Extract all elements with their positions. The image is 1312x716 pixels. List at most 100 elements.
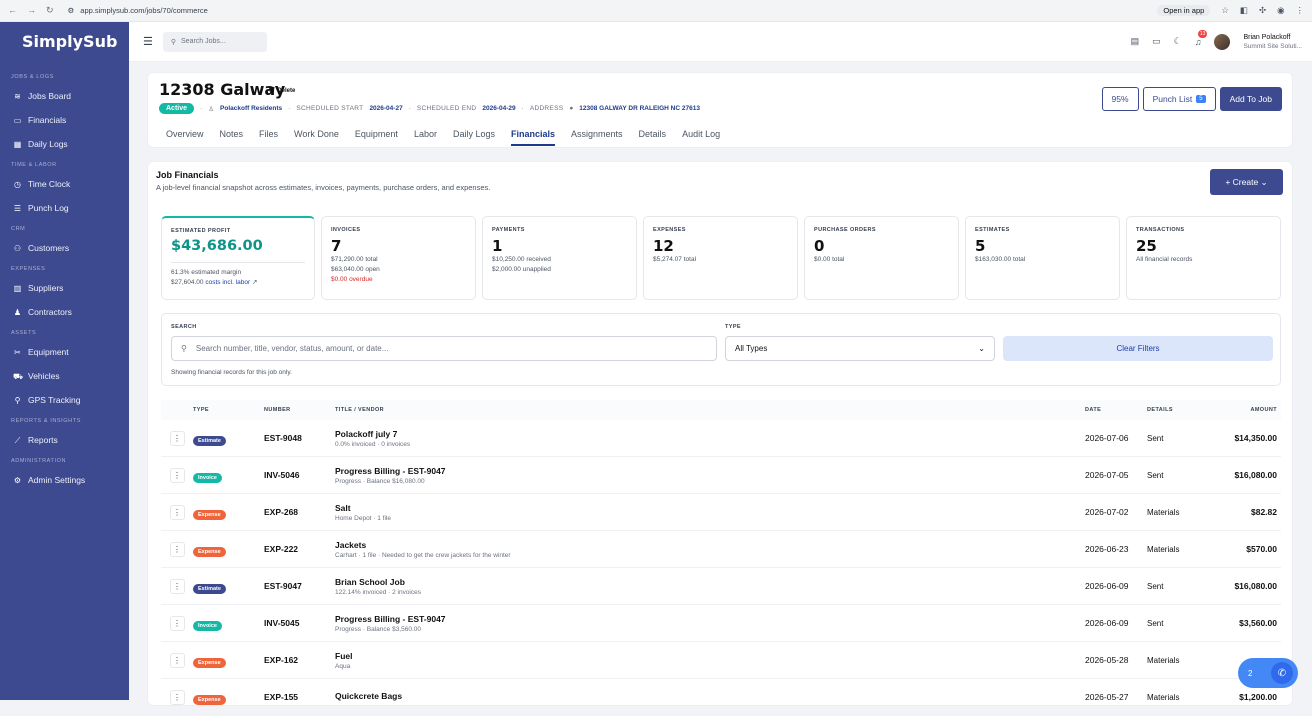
site-settings-icon[interactable]: ⚙ bbox=[68, 6, 75, 15]
row-menu-button[interactable]: ⋮ bbox=[169, 615, 185, 631]
tab-audit-log[interactable]: Audit Log bbox=[682, 129, 720, 146]
record-title[interactable]: Fuel bbox=[335, 651, 1085, 661]
add-to-job-button[interactable]: Add To Job bbox=[1219, 87, 1282, 111]
record-title[interactable]: Jackets bbox=[335, 540, 1085, 550]
type-badge: Estimate bbox=[193, 436, 226, 446]
tab-labor[interactable]: Labor bbox=[414, 129, 437, 146]
row-menu-button[interactable]: ⋮ bbox=[169, 652, 185, 668]
app-logo[interactable]: SimplySub bbox=[0, 22, 129, 68]
tab-notes[interactable]: Notes bbox=[220, 129, 244, 146]
number-cell[interactable]: INV-5045 bbox=[264, 618, 335, 628]
url-text[interactable]: app.simplysub.com/jobs/70/commerce bbox=[80, 6, 208, 15]
job-search-input[interactable]: ⚲ Search Jobs... bbox=[162, 31, 267, 52]
flag-icon[interactable]: ▤ bbox=[1131, 36, 1140, 47]
customer-link[interactable]: Polackoff Residents bbox=[220, 105, 282, 112]
table-row[interactable]: ⋮ Invoice INV-5045 Progress Billing - EST-9… bbox=[161, 605, 1281, 642]
table-row[interactable]: ⋮ Expense EXP-162 Fuel Aqua 2026-05-28 Materia… bbox=[161, 642, 1281, 679]
table-row[interactable]: ⋮ Estimate EST-9047 Brian School Job 122.14%… bbox=[161, 568, 1281, 605]
extension-icon[interactable]: ◧ bbox=[1240, 5, 1248, 16]
record-title[interactable]: Progress Billing - EST-9047 bbox=[335, 466, 1085, 476]
tab-assignments[interactable]: Assignments bbox=[571, 129, 623, 146]
star-icon[interactable]: ☆ bbox=[1221, 5, 1229, 16]
chat-icon[interactable]: ▭ bbox=[1152, 36, 1161, 47]
stat-card-payments[interactable]: PAYMENTS 1 $10,250.00 received $2,000.00 un… bbox=[482, 216, 637, 300]
amount-cell: $16,080.00 bbox=[1234, 470, 1277, 480]
profile-icon[interactable]: ◉ bbox=[1277, 5, 1284, 16]
tab-details[interactable]: Details bbox=[639, 129, 667, 146]
progress-button[interactable]: 95% bbox=[1101, 87, 1139, 111]
sidebar-item-equipment[interactable]: ✂ Equipment bbox=[0, 340, 129, 364]
sidebar-item-financials[interactable]: ▭ Financials bbox=[0, 108, 129, 132]
back-icon[interactable]: ← bbox=[8, 5, 17, 16]
number-cell[interactable]: EXP-268 bbox=[264, 507, 335, 517]
row-menu-button[interactable]: ⋮ bbox=[169, 467, 185, 483]
address-bar[interactable]: ⚙ app.simplysub.com/jobs/70/commerce bbox=[68, 6, 208, 15]
row-menu-button[interactable]: ⋮ bbox=[169, 541, 185, 557]
row-menu-button[interactable]: ⋮ bbox=[169, 578, 185, 594]
stat-title: PURCHASE ORDERS bbox=[814, 227, 876, 233]
sidebar-item-suppliers[interactable]: ▥ Suppliers bbox=[0, 276, 129, 300]
sidebar-item-vehicles[interactable]: ⛟ Vehicles bbox=[0, 364, 129, 388]
support-chat-button[interactable]: 2 ✆ bbox=[1238, 658, 1298, 688]
delete-button[interactable]: 🗑 Delete bbox=[268, 87, 295, 94]
open-in-app-button[interactable]: Open in app bbox=[1157, 5, 1211, 16]
number-cell[interactable]: EST-9047 bbox=[264, 581, 335, 591]
punch-list-button[interactable]: Punch List 5 bbox=[1142, 87, 1216, 111]
sidebar-item-customers[interactable]: ⚇ Customers bbox=[0, 236, 129, 260]
row-menu-button[interactable]: ⋮ bbox=[169, 430, 185, 446]
stat-card-invoices[interactable]: INVOICES 7 $71,290.00 total $63,040.00 open… bbox=[321, 216, 476, 300]
record-subtitle: Progress · Balance $16,080.00 bbox=[335, 477, 425, 485]
sidebar-item-contractors[interactable]: ♟ Contractors bbox=[0, 300, 129, 324]
record-title[interactable]: Brian School Job bbox=[335, 577, 1085, 587]
record-title[interactable]: Polackoff july 7 bbox=[335, 429, 1085, 439]
tab-equipment[interactable]: Equipment bbox=[355, 129, 398, 146]
create-button[interactable]: + Create ⌄ bbox=[1210, 169, 1283, 195]
row-menu-button[interactable]: ⋮ bbox=[169, 689, 185, 705]
clear-filters-button[interactable]: Clear Filters bbox=[1003, 336, 1273, 361]
hamburger-icon[interactable]: ☰ bbox=[143, 35, 153, 48]
forward-icon[interactable]: → bbox=[27, 5, 36, 16]
stat-card-estimates[interactable]: ESTIMATES 5 $163,030.00 total bbox=[965, 216, 1120, 300]
table-row[interactable]: ⋮ Expense EXP-155 Quickcrete Bags 2026-05-27… bbox=[161, 679, 1281, 716]
stat-card-estimated-profit[interactable]: ESTIMATED PROFIT $43,686.00 61.3% estimate… bbox=[161, 216, 315, 300]
bell-icon[interactable]: ♫ 13 bbox=[1195, 29, 1208, 47]
tab-files[interactable]: Files bbox=[259, 129, 278, 146]
record-title[interactable]: Salt bbox=[335, 503, 1085, 513]
user-menu[interactable]: Brian Polackoff Summit Site Soluti... bbox=[1243, 33, 1302, 51]
tab-financials[interactable]: Financials bbox=[511, 129, 556, 146]
tab-overview[interactable]: Overview bbox=[166, 129, 204, 146]
table-row[interactable]: ⋮ Expense EXP-268 Salt Home Depot · 1 file 20… bbox=[161, 494, 1281, 531]
moon-icon[interactable]: ☾ bbox=[1174, 36, 1182, 47]
sidebar-item-gps-tracking[interactable]: ⚲ GPS Tracking bbox=[0, 388, 129, 412]
type-select[interactable]: All Types ⌄ bbox=[725, 336, 995, 361]
sidebar-item-daily-logs[interactable]: ▦ Daily Logs bbox=[0, 132, 129, 156]
number-cell[interactable]: EST-9048 bbox=[264, 433, 335, 443]
row-menu-button[interactable]: ⋮ bbox=[169, 504, 185, 520]
tab-daily-logs[interactable]: Daily Logs bbox=[453, 129, 495, 146]
menu-icon[interactable]: ⋮ bbox=[1296, 5, 1305, 16]
tab-work-done[interactable]: Work Done bbox=[294, 129, 339, 146]
sidebar-item-admin-settings[interactable]: ⚙ Admin Settings bbox=[0, 468, 129, 492]
record-subtitle: Progress · Balance $3,560.00 bbox=[335, 625, 421, 633]
sidebar-item-jobs-board[interactable]: ≋ Jobs Board bbox=[0, 84, 129, 108]
number-cell[interactable]: INV-5046 bbox=[264, 470, 335, 480]
number-cell[interactable]: EXP-162 bbox=[264, 655, 335, 665]
records-search-input[interactable]: ⚲ Search number, title, vendor, status, … bbox=[171, 336, 717, 361]
sidebar-item-punch-log[interactable]: ☰ Punch Log bbox=[0, 196, 129, 220]
table-row[interactable]: ⋮ Invoice INV-5046 Progress Billing - EST-9… bbox=[161, 457, 1281, 494]
reload-icon[interactable]: ↻ bbox=[46, 5, 54, 16]
costs-link[interactable]: costs incl. labor bbox=[205, 279, 250, 286]
stat-card-purchase-orders[interactable]: PURCHASE ORDERS 0 $0.00 total bbox=[804, 216, 959, 300]
title-cell: Polackoff july 7 0.0% invoiced · 0 invoic… bbox=[335, 429, 1085, 448]
number-cell[interactable]: EXP-155 bbox=[264, 692, 335, 702]
number-cell[interactable]: EXP-222 bbox=[264, 544, 335, 554]
stat-card-expenses[interactable]: EXPENSES 12 $5,274.07 total bbox=[643, 216, 798, 300]
record-title[interactable]: Progress Billing - EST-9047 bbox=[335, 614, 1085, 624]
sidebar-item-reports[interactable]: ⟋ Reports bbox=[0, 428, 129, 452]
table-row[interactable]: ⋮ Expense EXP-222 Jackets Carhart · 1 file ·… bbox=[161, 531, 1281, 568]
stat-card-transactions[interactable]: TRANSACTIONS 25 All financial records bbox=[1126, 216, 1281, 300]
sidebar-item-time-clock[interactable]: ◷ Time Clock bbox=[0, 172, 129, 196]
table-row[interactable]: ⋮ Estimate EST-9048 Polackoff july 7 0.0% in… bbox=[161, 420, 1281, 457]
puzzle-icon[interactable]: ✣ bbox=[1259, 5, 1266, 16]
avatar[interactable] bbox=[1214, 33, 1231, 50]
